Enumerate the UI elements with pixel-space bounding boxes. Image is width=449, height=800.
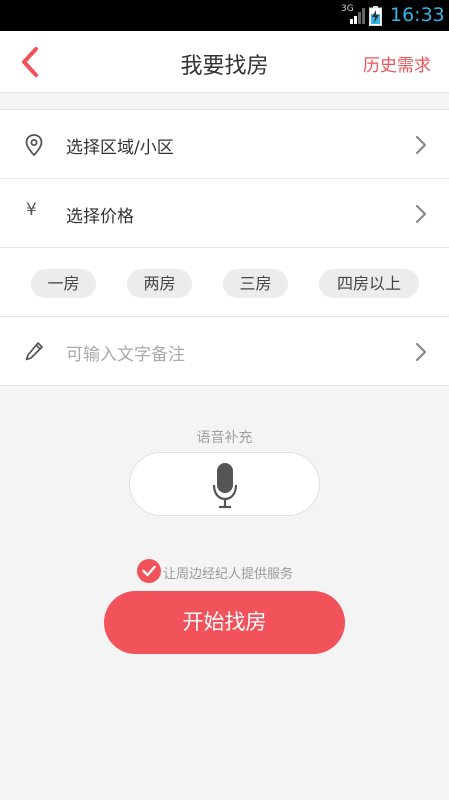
consent-text: 让周边经纪人提供服务	[163, 567, 294, 582]
chip-one-room[interactable]: 一房	[31, 269, 96, 298]
note-placeholder: 可输入文字备注	[66, 345, 185, 365]
battery-charging-icon	[369, 6, 382, 26]
status-bar: 3G 16:33	[0, 0, 449, 31]
clock: 16:33	[390, 4, 445, 26]
start-search-button[interactable]: 开始找房	[104, 591, 345, 654]
voice-input-button[interactable]	[129, 452, 320, 516]
chevron-right-icon	[415, 204, 427, 224]
chip-four-plus-room[interactable]: 四房以上	[319, 269, 419, 298]
select-area-label: 选择区域/小区	[66, 138, 174, 158]
location-pin-icon	[25, 134, 43, 157]
room-type-chips: 一房 两房 三房 四房以上	[0, 248, 449, 317]
chip-two-room[interactable]: 两房	[127, 269, 192, 298]
voice-supplement-label: 语音补充	[196, 430, 253, 446]
select-price-row[interactable]: ¥ 选择价格	[0, 179, 449, 248]
chevron-right-icon	[415, 135, 427, 155]
chip-three-room[interactable]: 三房	[223, 269, 288, 298]
search-form-card: 选择区域/小区 ¥ 选择价格 一房 两房 三房 四房以上 可输入文字备注	[0, 109, 449, 386]
pencil-icon	[25, 342, 43, 361]
note-row[interactable]: 可输入文字备注	[0, 317, 449, 386]
checkbox-checked-icon[interactable]	[137, 559, 161, 583]
select-area-row[interactable]: 选择区域/小区	[0, 110, 449, 179]
select-price-label: 选择价格	[66, 207, 134, 227]
signal-icon	[350, 8, 365, 24]
top-nav-bar: 我要找房 历史需求	[0, 31, 449, 93]
history-requests-link[interactable]: 历史需求	[363, 51, 431, 76]
microphone-icon	[212, 463, 238, 509]
yen-icon: ¥	[26, 200, 37, 220]
chevron-right-icon	[415, 342, 427, 362]
